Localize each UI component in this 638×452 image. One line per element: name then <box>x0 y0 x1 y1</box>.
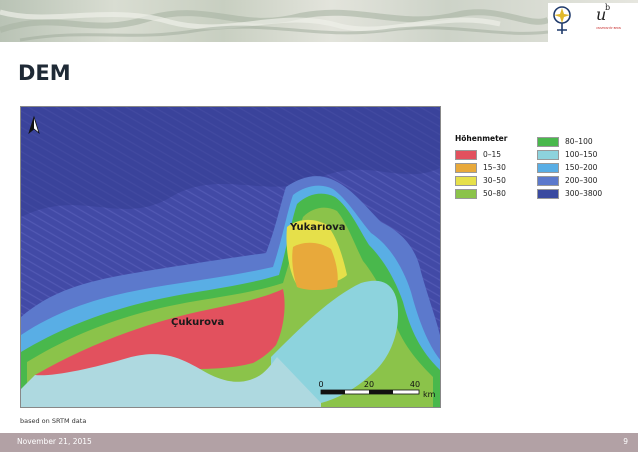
logo-mark-b: b <box>605 3 611 12</box>
dem-map: Yukarıova Çukurova 0 20 40 km <box>20 106 441 408</box>
legend-label: 15–30 <box>483 163 506 172</box>
legend-swatch <box>537 137 559 147</box>
logo-text: UNIVERSITÄT BERN <box>596 27 621 30</box>
banner-texture <box>0 9 550 42</box>
region-label-yukariova: Yukarıova <box>289 222 346 233</box>
legend-swatch <box>455 189 477 199</box>
legend-swatch <box>455 176 477 186</box>
page-number: 9 <box>623 437 628 446</box>
scale-tick-0: 0 <box>318 380 323 389</box>
scale-unit: km <box>423 390 436 399</box>
university-emblem-icon <box>553 6 571 34</box>
legend-swatch <box>537 189 559 199</box>
legend-swatch <box>455 163 477 173</box>
terrain-15-30 <box>292 242 338 290</box>
legend-swatch <box>537 150 559 160</box>
region-label-cukurova: Çukurova <box>171 317 224 328</box>
legend-label: 80–100 <box>565 137 593 146</box>
source-caption: based on SRTM data <box>20 417 87 425</box>
university-logo[interactable]: u b UNIVERSITÄT BERN <box>548 3 638 43</box>
legend-label: 0–15 <box>483 150 502 159</box>
legend-label: 30–50 <box>483 176 506 185</box>
legend-label: 150–200 <box>565 163 598 172</box>
legend-label: 50–80 <box>483 189 506 198</box>
dem-map-canvas: Yukarıova Çukurova 0 20 40 km <box>21 107 440 407</box>
scale-tick-20: 20 <box>364 380 374 389</box>
legend-title: Höhenmeter <box>455 134 508 143</box>
footer-bar: November 21, 2015 9 <box>0 433 638 452</box>
legend-label: 200–300 <box>565 176 598 185</box>
slide-title: DEM <box>18 61 71 85</box>
header-banner: u b UNIVERSITÄT BERN <box>0 0 638 43</box>
legend-swatch <box>455 150 477 160</box>
legend-label: 100–150 <box>565 150 598 159</box>
legend-swatch <box>537 163 559 173</box>
legend-swatch <box>537 176 559 186</box>
footer-date: November 21, 2015 <box>17 437 92 446</box>
legend-label: 300–3800 <box>565 189 603 198</box>
scale-tick-40: 40 <box>410 380 420 389</box>
